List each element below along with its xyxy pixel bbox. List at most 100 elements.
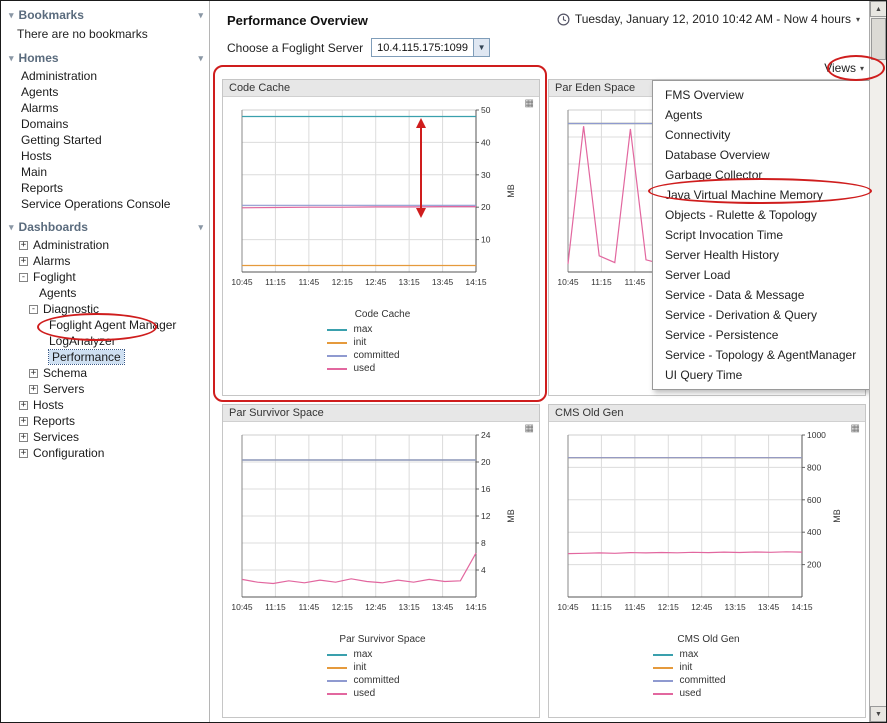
chart-panel-title: Code Cache	[229, 82, 290, 94]
dropdown-arrow-icon[interactable]: ▼	[473, 39, 489, 56]
homes-list: AdministrationAgentsAlarmsDomainsGetting…	[7, 67, 209, 217]
sidebar-item-main[interactable]: Main	[7, 164, 209, 180]
menu-item-service-derivation-query[interactable]: Service - Derivation & Query	[653, 305, 870, 325]
sidebar-item-hosts[interactable]: Hosts	[7, 148, 209, 164]
tree-expander-icon[interactable]: +	[29, 369, 38, 378]
svg-text:20: 20	[481, 457, 491, 467]
tree-item-reports[interactable]: +Reports	[7, 413, 209, 429]
views-button[interactable]: Views ▾	[824, 61, 864, 75]
tree-expander-icon[interactable]: +	[19, 417, 28, 426]
collapse-icon[interactable]: ▾	[198, 222, 203, 233]
sidebar-item-reports[interactable]: Reports	[7, 180, 209, 196]
legend-swatch	[327, 693, 347, 695]
tree-item-configuration[interactable]: +Configuration	[7, 445, 209, 461]
menu-item-ui-query-time[interactable]: UI Query Time	[653, 365, 870, 385]
sidebar-item-administration[interactable]: Administration	[7, 68, 209, 84]
scroll-up-icon[interactable]: ▲	[870, 1, 887, 17]
bookmarks-empty-text: There are no bookmarks	[7, 25, 209, 43]
svg-text:11:45: 11:45	[299, 602, 320, 612]
sidebar-item-domains[interactable]: Domains	[7, 116, 209, 132]
tree-item-loganalyzer[interactable]: LogAnalyzer	[7, 333, 209, 349]
tree-expander-icon[interactable]: -	[19, 273, 28, 282]
sidebar-item-service-operations-console[interactable]: Service Operations Console	[7, 196, 209, 212]
svg-text:10:45: 10:45	[231, 602, 253, 612]
svg-text:1000: 1000	[807, 430, 826, 440]
legend-item: max	[327, 648, 439, 661]
time-range-control[interactable]: Tuesday, January 12, 2010 10:42 AM - Now…	[557, 12, 860, 26]
legend-swatch	[327, 654, 347, 656]
tree-expander-icon[interactable]: +	[19, 449, 28, 458]
svg-text:30: 30	[481, 170, 491, 180]
chart-settings-icon[interactable]: ▦	[525, 98, 534, 109]
chart-panel-title: Par Survivor Space	[229, 407, 324, 419]
menu-item-connectivity[interactable]: Connectivity	[653, 125, 870, 145]
menu-item-fms-overview[interactable]: FMS Overview	[653, 85, 870, 105]
menu-item-service-topology-agentmanager[interactable]: Service - Topology & AgentManager	[653, 345, 870, 365]
scroll-down-icon[interactable]: ▼	[870, 706, 887, 722]
tree-item-services[interactable]: +Services	[7, 429, 209, 445]
menu-item-database-overview[interactable]: Database Overview	[653, 145, 870, 165]
tree-item-alarms[interactable]: +Alarms	[7, 253, 209, 269]
svg-text:12:15: 12:15	[658, 602, 680, 612]
sidebar-item-agents[interactable]: Agents	[7, 84, 209, 100]
tree-item-diagnostic[interactable]: -Diagnostic	[7, 301, 209, 317]
menu-item-objects-rulette-topology[interactable]: Objects - Rulette & Topology	[653, 205, 870, 225]
clock-icon	[557, 13, 570, 26]
chart-legend: maxinitcommittedused	[653, 648, 765, 700]
svg-text:MB: MB	[506, 509, 516, 523]
chart-plot: 10:4511:1511:4512:1512:4513:1513:4514:15…	[226, 100, 536, 303]
menu-item-server-health-history[interactable]: Server Health History	[653, 245, 870, 265]
tree-expander-icon[interactable]: +	[19, 257, 28, 266]
tree-item-performance[interactable]: Performance	[7, 349, 209, 365]
chart-settings-icon[interactable]: ▦	[851, 423, 860, 434]
tree-expander-icon[interactable]: +	[29, 385, 38, 394]
menu-item-script-invocation-time[interactable]: Script Invocation Time	[653, 225, 870, 245]
chart-legend: maxinitcommittedused	[327, 648, 439, 700]
tree-item-schema[interactable]: +Schema	[7, 365, 209, 381]
chart-panel-title: Par Eden Space	[555, 82, 635, 94]
collapse-icon[interactable]: ▾	[198, 10, 203, 21]
tree-expander-icon[interactable]: +	[19, 433, 28, 442]
legend-item: init	[327, 336, 439, 349]
tree-item-foglight[interactable]: -Foglight	[7, 269, 209, 285]
section-header-homes[interactable]: ▾ Homes ▾	[7, 48, 209, 67]
chart-caption: CMS Old Gen	[552, 634, 865, 645]
sidebar-item-alarms[interactable]: Alarms	[7, 100, 209, 116]
tree-expander-icon[interactable]: +	[19, 241, 28, 250]
legend-item: committed	[327, 349, 439, 362]
tree-item-foglight-agent-manager[interactable]: Foglight Agent Manager	[7, 317, 209, 333]
tree-item-agents[interactable]: Agents	[7, 285, 209, 301]
menu-item-java-virtual-machine-memory[interactable]: Java Virtual Machine Memory	[653, 185, 870, 205]
section-header-dashboards[interactable]: ▾ Dashboards ▾	[7, 217, 209, 236]
sidebar-item-getting-started[interactable]: Getting Started	[7, 132, 209, 148]
chart-panel-title: CMS Old Gen	[555, 407, 623, 419]
server-select[interactable]: 10.4.115.175:1099 ▼	[371, 38, 490, 57]
chart-panel-header[interactable]: Code Cache	[223, 80, 539, 97]
svg-text:13:45: 13:45	[432, 277, 454, 287]
section-title-homes: Homes	[19, 51, 59, 65]
collapse-icon[interactable]: ▾	[198, 53, 203, 64]
menu-item-service-persistence[interactable]: Service - Persistence	[653, 325, 870, 345]
svg-text:12:15: 12:15	[332, 602, 354, 612]
svg-text:10:45: 10:45	[557, 602, 579, 612]
tree-item-administration[interactable]: +Administration	[7, 237, 209, 253]
menu-item-agents[interactable]: Agents	[653, 105, 870, 125]
svg-text:11:15: 11:15	[591, 602, 612, 612]
menu-item-service-data-message[interactable]: Service - Data & Message	[653, 285, 870, 305]
chart-panel-header[interactable]: Par Survivor Space	[223, 405, 539, 422]
svg-text:14:15: 14:15	[465, 277, 487, 287]
tree-item-servers[interactable]: +Servers	[7, 381, 209, 397]
menu-item-server-load[interactable]: Server Load	[653, 265, 870, 285]
tree-item-hosts[interactable]: +Hosts	[7, 397, 209, 413]
section-header-bookmarks[interactable]: ▾ Bookmarks ▾	[7, 5, 209, 24]
tree-item-label: Agents	[39, 286, 76, 300]
chart-settings-icon[interactable]: ▦	[525, 423, 534, 434]
menu-item-garbage-collector[interactable]: Garbage Collector	[653, 165, 870, 185]
tree-expander-icon[interactable]: -	[29, 305, 38, 314]
scrollbar-thumb[interactable]	[871, 18, 886, 60]
tree-expander-icon[interactable]: +	[19, 401, 28, 410]
chart-panel-header[interactable]: CMS Old Gen	[549, 405, 865, 422]
svg-text:24: 24	[481, 430, 491, 440]
chevron-down-icon: ▾	[860, 64, 864, 73]
vertical-scrollbar[interactable]: ▲ ▼	[869, 1, 886, 722]
